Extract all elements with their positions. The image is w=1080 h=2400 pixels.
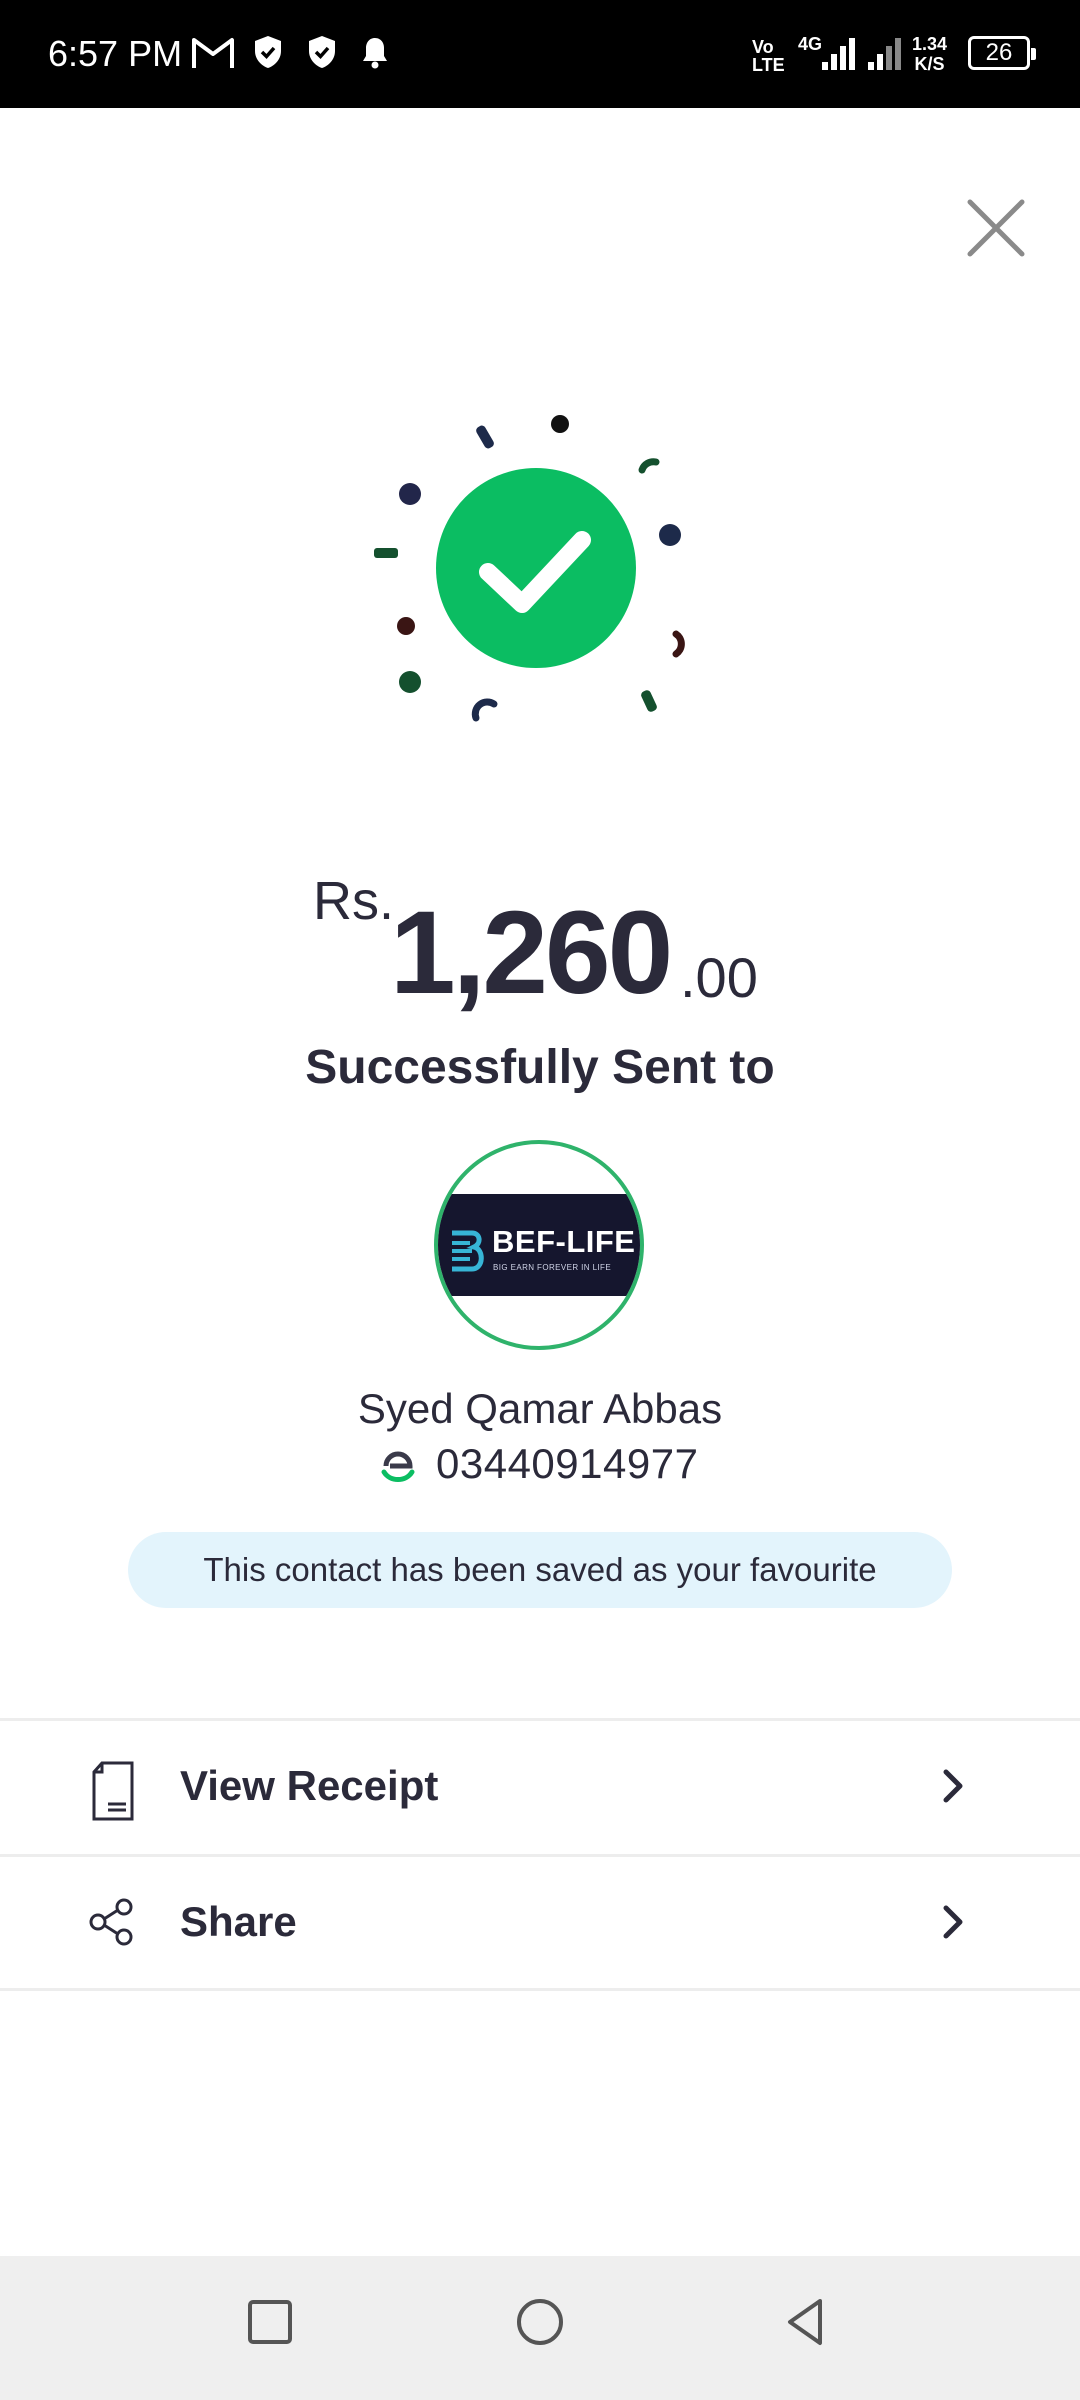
- volte-indicator: Vo LTE: [752, 37, 785, 75]
- share-button[interactable]: Share: [0, 1858, 1080, 1990]
- shield-check-icon: [309, 36, 335, 68]
- receipt-icon: [92, 1761, 134, 1821]
- signal-icon: [822, 38, 855, 70]
- speed-value: 1.34: [912, 34, 948, 54]
- amount-display: Rs. 1,260 .00: [0, 855, 1080, 1025]
- recent-apps-icon[interactable]: [244, 2296, 296, 2348]
- contact-name: Syed Qamar Abbas: [357, 1385, 723, 1432]
- logo-icon: [452, 1230, 484, 1272]
- chevron-right-icon: [943, 1905, 963, 1939]
- avatar-logo: BEF-LIFE BIG EARN FOREVER IN LIFE: [438, 1194, 640, 1296]
- back-icon[interactable]: [780, 2296, 832, 2348]
- view-receipt-label: View Receipt: [180, 1762, 439, 1809]
- system-nav-bar: [0, 2256, 1080, 2400]
- success-check-icon: [374, 415, 685, 722]
- share-icon: [89, 1898, 133, 1946]
- status-time: 6:57 PM: [48, 33, 183, 74]
- wallet-brand-icon: [381, 1451, 415, 1482]
- success-message: Successfully Sent to: [305, 1041, 775, 1094]
- chevron-right-icon: [943, 1769, 963, 1803]
- logo-tagline: BIG EARN FOREVER IN LIFE: [493, 1263, 612, 1272]
- speed-unit: K/S: [914, 54, 945, 74]
- shield-check-icon: [255, 36, 281, 68]
- close-icon[interactable]: [962, 194, 1030, 262]
- avatar: BEF-LIFE BIG EARN FOREVER IN LIFE: [434, 1140, 644, 1350]
- logo-text: BEF-LIFE: [492, 1224, 636, 1259]
- data-speed: 1.34 K/S: [912, 34, 947, 74]
- notification-bell-icon: [363, 38, 387, 69]
- favourite-banner: This contact has been saved as your favo…: [128, 1532, 952, 1608]
- status-bar: 6:57 PM Vo LTE 4G 1.34 K/S 26: [0, 0, 1080, 108]
- battery-indicator: 26: [968, 36, 1036, 70]
- contact-phone-row: 03440914977: [380, 1440, 720, 1492]
- contact-phone: 03440914977: [436, 1440, 699, 1487]
- divider: [0, 1854, 1080, 1857]
- divider: [0, 1718, 1080, 1721]
- amount-decimal: .00: [680, 946, 758, 1009]
- share-label: Share: [180, 1898, 297, 1945]
- amount-currency: Rs.: [313, 871, 394, 931]
- divider: [0, 1988, 1080, 1991]
- view-receipt-button[interactable]: View Receipt: [0, 1722, 1080, 1854]
- gmail-icon: [192, 38, 234, 68]
- signal-icon: [868, 38, 901, 70]
- home-icon[interactable]: [514, 2296, 566, 2348]
- amount-value: 1,260: [390, 887, 673, 1019]
